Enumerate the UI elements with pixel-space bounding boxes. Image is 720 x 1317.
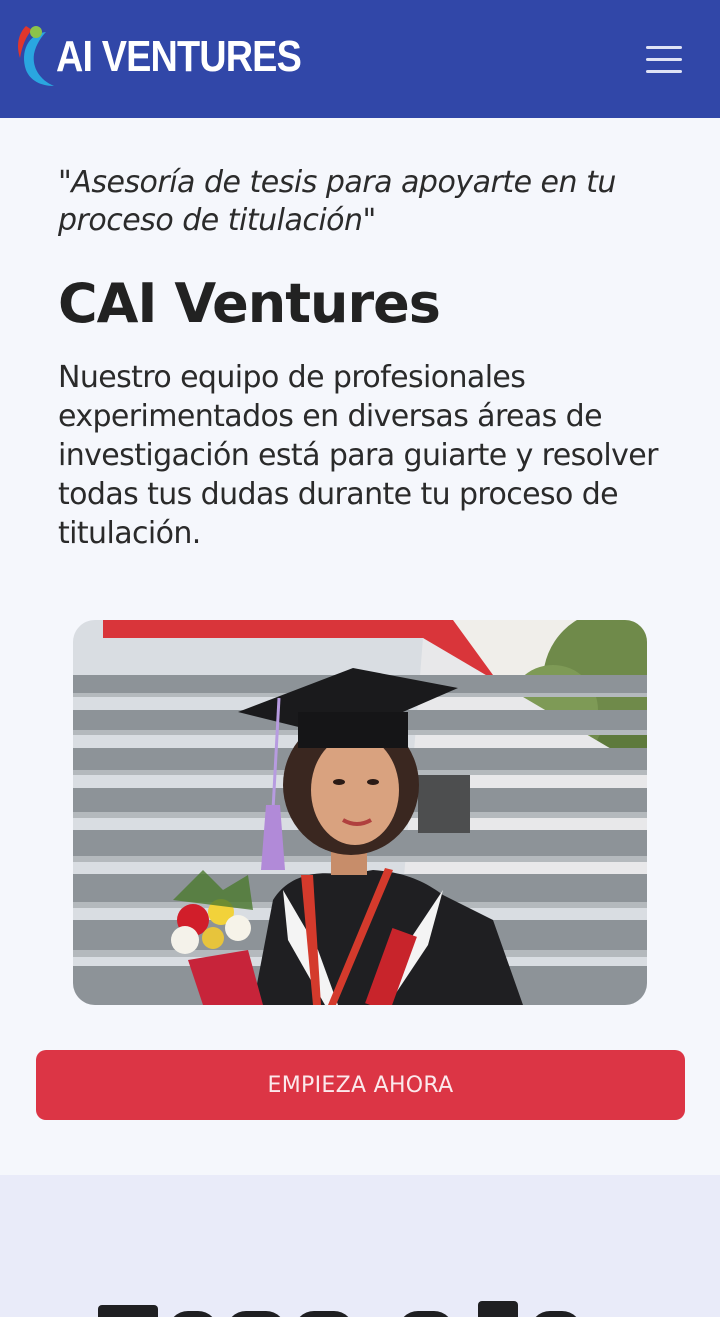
logo-text: AI VENTURES — [56, 32, 302, 81]
graduate-photo — [73, 620, 647, 1005]
hero-quote: "Asesoría de tesis para apoyarte en tu p… — [58, 165, 616, 238]
page-title: CAI Ventures — [58, 272, 441, 335]
start-now-button[interactable]: EMPIEZA AHORA — [36, 1050, 685, 1120]
hamburger-menu-icon-bar — [646, 58, 682, 61]
hamburger-menu-icon — [646, 46, 682, 49]
navbar: AI VENTURES — [0, 0, 720, 118]
brand-logo[interactable]: AI VENTURES — [16, 22, 302, 90]
hamburger-menu-button[interactable] — [640, 40, 688, 76]
cai-logo-icon — [18, 26, 54, 86]
next-section — [0, 1175, 720, 1317]
next-section-heading-clipped — [98, 1301, 577, 1317]
hero-description: Nuestro equipo de profesionales experime… — [58, 360, 658, 551]
hamburger-menu-icon-bar — [646, 70, 682, 73]
